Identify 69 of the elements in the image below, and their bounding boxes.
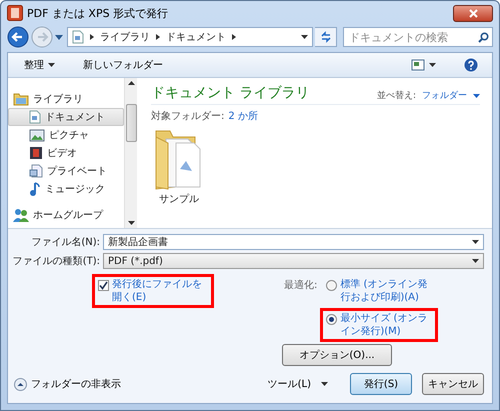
options-button[interactable]: オプション(O)... xyxy=(282,344,392,366)
refresh-button[interactable] xyxy=(315,27,337,47)
field-label: ファイルの種類(T): xyxy=(12,254,100,268)
document-icon xyxy=(29,164,43,178)
sidebar-item[interactable]: ミュージック xyxy=(8,180,124,198)
sidebar-item[interactable]: ライブラリ xyxy=(8,90,124,108)
file-name[interactable]: サンプル xyxy=(159,192,199,206)
caret-icon xyxy=(48,63,55,67)
view-icon xyxy=(411,59,425,71)
hide-folders-button[interactable]: フォルダーの非表示 xyxy=(14,377,121,391)
optimize-label: 最適化: xyxy=(284,278,318,293)
caret-icon xyxy=(429,63,436,67)
sidebar-item[interactable]: プライベート xyxy=(8,162,124,180)
file-name-field[interactable]: 新製品企画書 xyxy=(103,234,484,250)
document-icon xyxy=(29,110,41,124)
scrollbar[interactable] xyxy=(124,78,137,228)
library-title: ドキュメント ライブラリ xyxy=(151,84,310,102)
sidebar-item[interactable]: ホームグループ xyxy=(8,206,124,224)
radio-button[interactable] xyxy=(326,314,338,325)
checkbox[interactable] xyxy=(98,280,109,291)
breadcrumb[interactable]: ドキュメント xyxy=(166,30,226,44)
library-icon xyxy=(13,92,29,106)
search-icon xyxy=(478,32,489,42)
document-icon xyxy=(72,30,84,44)
window-title: PDF または XPS 形式で発行 xyxy=(27,6,170,20)
chevron-icon xyxy=(156,34,160,40)
caret-icon xyxy=(321,382,328,386)
film-icon xyxy=(29,146,43,160)
sidebar-item[interactable]: ビデオ xyxy=(8,144,124,162)
scroll-up-icon[interactable] xyxy=(128,81,134,85)
checkbox-label[interactable]: 発行後にファイルを開く(E) xyxy=(112,278,208,304)
cancel-button[interactable]: キャンセル xyxy=(422,373,484,395)
app-icon xyxy=(7,5,23,21)
file-type-dropdown[interactable]: PDF (*.pdf) xyxy=(103,253,484,269)
field-label: ファイル名(N): xyxy=(30,236,100,249)
chevron-icon xyxy=(232,34,236,40)
new-folder-button[interactable]: 新しいフォルダー xyxy=(79,56,167,74)
dropdown-caret-icon xyxy=(472,259,479,263)
sidebar-item[interactable]: ピクチャ xyxy=(8,126,124,144)
music-note-icon xyxy=(29,182,41,196)
tools-menu[interactable]: ツール(L) xyxy=(262,377,334,391)
history-dropdown[interactable] xyxy=(55,34,63,40)
close-icon xyxy=(468,8,478,18)
scroll-down-icon[interactable] xyxy=(128,221,134,225)
help-icon xyxy=(464,58,478,72)
search-field[interactable]: ドキュメントの検索 xyxy=(343,27,493,47)
address-bar[interactable]: ライブラリ ドキュメント xyxy=(67,27,313,47)
radio-label[interactable]: 最小サイズ (オンライン発行)(M) xyxy=(340,312,432,338)
radio-label[interactable]: 標準 (オンライン発行および印刷)(A) xyxy=(340,278,432,304)
chevron-icon xyxy=(90,34,94,40)
caret-icon xyxy=(473,94,480,98)
picture-icon xyxy=(29,128,45,142)
sort-label: 並べ替え: xyxy=(376,90,416,102)
organize-menu[interactable]: 整理 xyxy=(20,56,59,74)
scroll-thumb[interactable] xyxy=(126,104,136,142)
collapse-icon xyxy=(14,378,27,390)
sidebar-item[interactable]: ドキュメント xyxy=(8,108,124,126)
refresh-icon xyxy=(320,31,332,43)
back-button[interactable] xyxy=(7,26,29,48)
dropdown-caret-icon xyxy=(472,240,479,244)
publish-button[interactable]: 発行(S) xyxy=(350,373,412,395)
sort-link[interactable]: フォルダー xyxy=(422,89,467,102)
breadcrumb[interactable]: ライブラリ xyxy=(100,30,150,44)
people-icon xyxy=(13,208,29,222)
dropdown-caret-icon xyxy=(301,35,308,39)
scope-label: 対象フォルダー: xyxy=(151,110,224,123)
close-button[interactable] xyxy=(453,4,493,22)
radio-button[interactable] xyxy=(326,280,338,291)
scope-link[interactable]: 2 か所 xyxy=(228,109,258,123)
